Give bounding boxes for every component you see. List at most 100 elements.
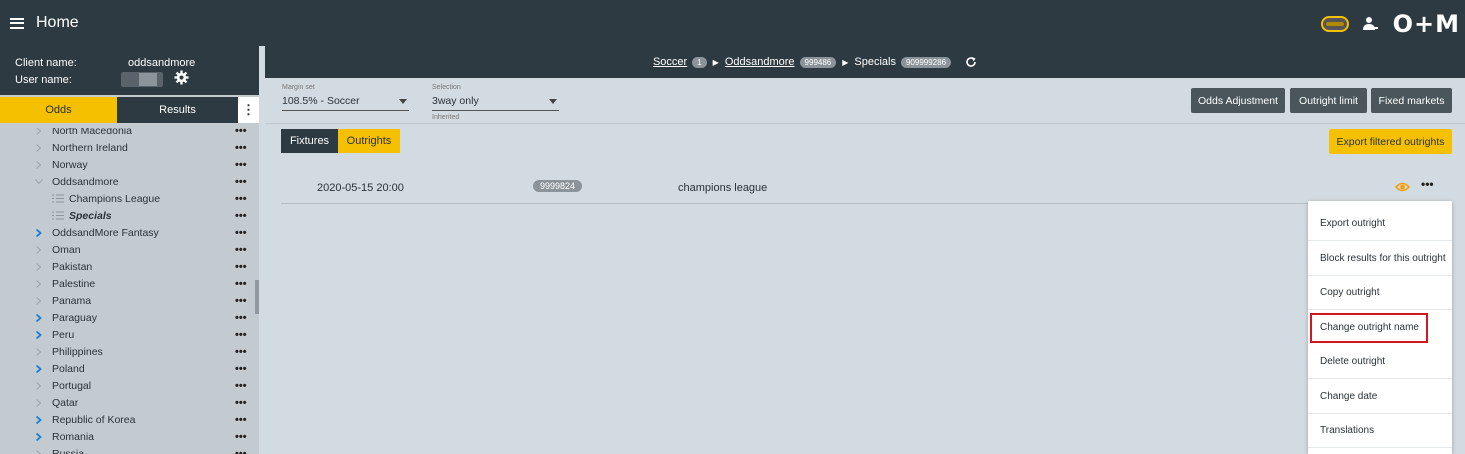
item-more-options-icon[interactable]: ••• xyxy=(235,210,247,222)
sidebar-item[interactable]: Panama ••• xyxy=(0,292,255,309)
sidebar-item[interactable]: Oddsandmore ••• xyxy=(0,173,255,190)
item-more-options-icon[interactable]: ••• xyxy=(235,193,247,205)
sidebar-item[interactable]: Palestine ••• xyxy=(0,275,255,292)
item-more-options-icon[interactable]: ••• xyxy=(235,346,247,358)
item-more-options-icon[interactable]: ••• xyxy=(235,312,247,324)
scrollbar-thumb[interactable] xyxy=(255,280,259,314)
sidebar-item[interactable]: Oman ••• xyxy=(0,241,255,258)
item-more-options-icon[interactable]: ••• xyxy=(235,329,247,341)
chevron-right-icon[interactable] xyxy=(36,128,42,135)
tab-outrights[interactable]: Outrights xyxy=(338,129,400,153)
item-more-options-icon[interactable]: ••• xyxy=(235,448,247,454)
tab-results[interactable]: Results xyxy=(117,97,238,123)
sidebar-item[interactable]: Northern Ireland ••• xyxy=(0,139,255,156)
item-more-options-icon[interactable]: ••• xyxy=(235,278,247,290)
item-more-options-icon[interactable]: ••• xyxy=(235,244,247,256)
item-more-options-icon[interactable]: ••• xyxy=(235,363,247,375)
chevron-right-icon[interactable] xyxy=(36,160,42,169)
sidebar-item-label: Peru xyxy=(52,328,75,341)
chevron-right-icon[interactable] xyxy=(36,313,42,322)
sidebar-item[interactable]: Paraguay ••• xyxy=(0,309,255,326)
sidebar-item[interactable]: North Macedonia ••• xyxy=(0,128,255,139)
menu-item[interactable]: Change outright name xyxy=(1310,312,1428,343)
menu-item[interactable]: Export outright xyxy=(1308,207,1452,241)
item-more-options-icon[interactable]: ••• xyxy=(235,431,247,443)
chevron-right-icon[interactable] xyxy=(36,330,42,339)
page-title: Home xyxy=(36,14,79,31)
item-more-options-icon[interactable]: ••• xyxy=(235,414,247,426)
margin-set-select[interactable]: 108.5% - Soccer xyxy=(282,95,409,111)
tab-fixtures[interactable]: Fixtures xyxy=(281,129,338,153)
sidebar-item[interactable]: Portugal ••• xyxy=(0,377,255,394)
chevron-right-icon[interactable] xyxy=(36,143,42,152)
chevron-right-icon[interactable] xyxy=(36,364,42,373)
chevron-right-icon[interactable] xyxy=(36,347,42,356)
sidebar-item[interactable]: Russia ••• xyxy=(0,445,255,454)
table-row[interactable]: 2020-05-15 20:00 9999824 champions leagu… xyxy=(281,172,1452,204)
sidebar-scrollbar[interactable] xyxy=(255,128,259,454)
sidebar-item[interactable]: Poland ••• xyxy=(0,360,255,377)
selection-select[interactable]: 3way only xyxy=(432,95,559,111)
item-more-options-icon[interactable]: ••• xyxy=(235,128,247,137)
sidebar-item-label: Palestine xyxy=(52,277,96,290)
refresh-icon[interactable] xyxy=(965,56,977,68)
selection-field[interactable]: Selection 3way only Inherited xyxy=(432,84,559,121)
breadcrumb-sport[interactable]: Soccer xyxy=(653,56,687,68)
sidebar-item[interactable]: Qatar ••• xyxy=(0,394,255,411)
tab-odds[interactable]: Odds xyxy=(0,97,117,123)
margin-set-field[interactable]: Margin set 108.5% - Soccer xyxy=(282,84,409,111)
item-more-options-icon[interactable]: ••• xyxy=(235,295,247,307)
odds-adjustment-button[interactable]: Odds Adjustment xyxy=(1191,88,1285,113)
sport-count-badge: 1 xyxy=(692,56,707,68)
item-more-options-icon[interactable]: ••• xyxy=(235,142,247,154)
export-filtered-outrights-button[interactable]: Export filtered outrights xyxy=(1329,129,1452,154)
sidebar-item[interactable]: Pakistan ••• xyxy=(0,258,255,275)
row-date: 2020-05-15 20:00 xyxy=(317,182,404,194)
item-more-options-icon[interactable]: ••• xyxy=(235,261,247,273)
sidebar-item[interactable]: Champions League ••• xyxy=(0,190,255,207)
sidebar-item[interactable]: Specials ••• xyxy=(0,207,255,224)
eye-icon[interactable] xyxy=(1395,181,1410,193)
menu-item[interactable]: Change date xyxy=(1308,380,1452,414)
sidebar-item[interactable]: Philippines ••• xyxy=(0,343,255,360)
filter-bar: Margin set 108.5% - Soccer Selection 3wa… xyxy=(265,78,1465,124)
item-more-options-icon[interactable]: ••• xyxy=(235,176,247,188)
breadcrumb-category[interactable]: Oddsandmore xyxy=(725,56,795,68)
item-more-options-icon[interactable]: ••• xyxy=(235,380,247,392)
chevron-right-icon[interactable] xyxy=(36,432,42,441)
chevron-right-icon[interactable] xyxy=(36,415,42,424)
hamburger-menu-icon[interactable] xyxy=(10,17,24,29)
item-more-options-icon[interactable]: ••• xyxy=(235,397,247,409)
more-options-icon[interactable]: ⋮ xyxy=(238,97,259,123)
menu-item[interactable]: Translations xyxy=(1308,414,1452,448)
chevron-right-icon[interactable] xyxy=(36,245,42,254)
category-id-badge: 999486 xyxy=(799,56,837,68)
mode-toggle-icon[interactable] xyxy=(1320,16,1349,32)
sidebar-item[interactable]: Norway ••• xyxy=(0,156,255,173)
chevron-right-icon[interactable] xyxy=(36,398,42,407)
chevron-right-icon[interactable] xyxy=(36,449,42,454)
sidebar-item[interactable]: Peru ••• xyxy=(0,326,255,343)
row-more-options-icon[interactable]: ••• xyxy=(1421,177,1434,191)
sidebar-item-label: Poland xyxy=(52,362,85,375)
user-switch[interactable] xyxy=(121,72,163,87)
item-more-options-icon[interactable]: ••• xyxy=(235,227,247,239)
gear-icon[interactable] xyxy=(174,70,189,85)
outright-limit-button[interactable]: Outright limit xyxy=(1290,88,1367,113)
sidebar-item[interactable]: Republic of Korea ••• xyxy=(0,411,255,428)
chevron-right-icon[interactable] xyxy=(36,262,42,271)
sidebar-item[interactable]: OddsandMore Fantasy ••• xyxy=(0,224,255,241)
chevron-right-icon[interactable] xyxy=(36,296,42,305)
item-more-options-icon[interactable]: ••• xyxy=(235,159,247,171)
sidebar-item[interactable]: Romania ••• xyxy=(0,428,255,445)
fixed-markets-button[interactable]: Fixed markets xyxy=(1371,88,1452,113)
chevron-right-icon[interactable] xyxy=(36,228,42,237)
menu-item[interactable]: Block results for this outright xyxy=(1308,242,1452,276)
chevron-right-icon[interactable] xyxy=(36,381,42,390)
menu-item[interactable]: Copy outright xyxy=(1308,276,1452,310)
chevron-right-icon[interactable] xyxy=(36,279,42,288)
menu-item[interactable]: Delete outright xyxy=(1308,345,1452,379)
chevron-down-icon[interactable] xyxy=(35,178,43,185)
list-icon xyxy=(52,211,64,220)
user-settings-icon[interactable] xyxy=(1361,15,1379,33)
